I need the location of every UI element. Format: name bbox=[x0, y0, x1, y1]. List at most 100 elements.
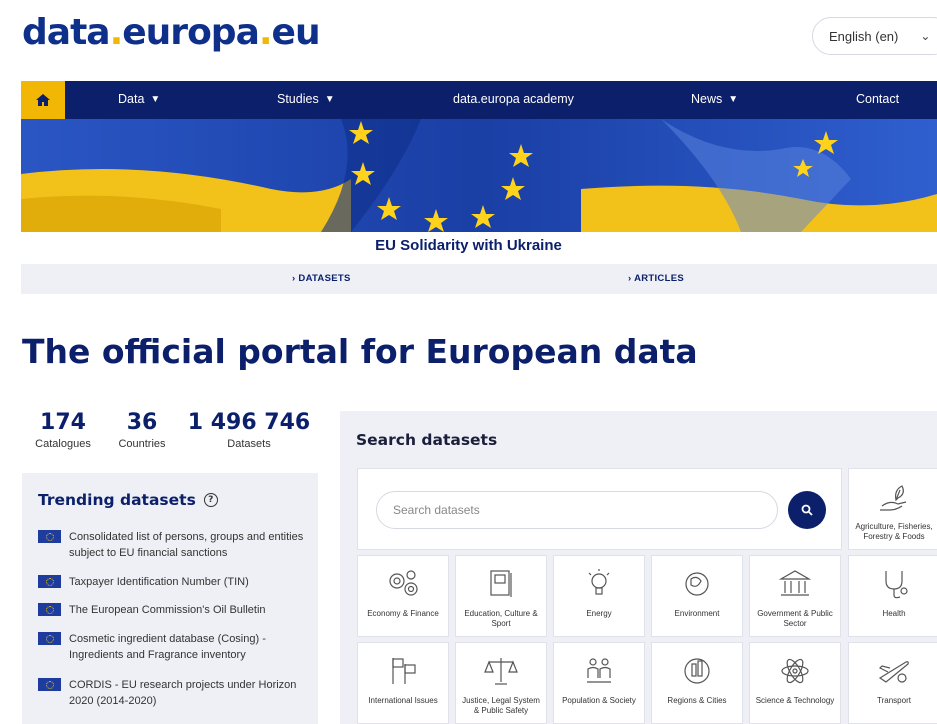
stat-value: 1 496 746 bbox=[187, 410, 311, 435]
nav-item-contact[interactable]: Contact bbox=[856, 92, 899, 106]
language-selector[interactable]: English (en) ⌄ bbox=[812, 17, 937, 55]
eu-flag-icon bbox=[38, 575, 61, 588]
chevron-down-icon: ▼ bbox=[728, 93, 739, 105]
category-label: International Issues bbox=[368, 696, 438, 705]
trending-item[interactable]: The European Commission's Oil Bulletin bbox=[38, 602, 308, 618]
banner-subnav: › DATASETS › ARTICLES bbox=[21, 264, 937, 294]
help-icon[interactable]: ? bbox=[203, 493, 218, 507]
banner-caption[interactable]: EU Solidarity with Ukraine bbox=[0, 237, 937, 254]
scales-icon bbox=[484, 658, 518, 685]
stat-value: 36 bbox=[126, 410, 158, 435]
trending-title: Trending datasets? bbox=[38, 491, 218, 509]
page-title: The official portal for European data bbox=[22, 332, 698, 371]
trending-item[interactable]: Consolidated list of persons, groups and… bbox=[38, 529, 308, 561]
trending-item[interactable]: Taxpayer Identification Number (TIN) bbox=[38, 574, 308, 590]
logo-text-europa: europa bbox=[122, 12, 260, 53]
trending-item[interactable]: CORDIS - EU research projects under Hori… bbox=[38, 677, 308, 709]
plant-hand-icon bbox=[880, 485, 907, 511]
category-label: Regions & Cities bbox=[667, 696, 727, 705]
people-icon bbox=[587, 658, 611, 683]
logo-text-data: data bbox=[22, 12, 111, 53]
category-label: Population & Society bbox=[562, 696, 636, 705]
trending-panel: Trending datasets? Consolidated list of … bbox=[22, 473, 318, 724]
nav-label: Contact bbox=[856, 92, 900, 106]
stat-label: Catalogues bbox=[35, 438, 91, 450]
category-label: Environment bbox=[674, 609, 720, 618]
articles-link[interactable]: › ARTICLES bbox=[628, 273, 684, 284]
chevron-down-icon: ▼ bbox=[324, 93, 335, 105]
category-label: Science & Technology bbox=[755, 696, 835, 705]
category-population[interactable]: Population & Society bbox=[553, 642, 645, 724]
site-logo[interactable]: data.europa.eu bbox=[22, 12, 321, 53]
home-icon bbox=[36, 94, 50, 106]
category-label: Justice, Legal System & Public Safety bbox=[462, 696, 540, 715]
nav-item-academy[interactable]: data.europa academy bbox=[453, 92, 574, 106]
nav-label: Studies bbox=[277, 92, 319, 106]
category-international[interactable]: International Issues bbox=[357, 642, 449, 724]
plane-icon bbox=[878, 661, 909, 683]
home-button[interactable] bbox=[21, 81, 65, 119]
eu-flag-icon bbox=[38, 678, 61, 691]
lightbulb-icon bbox=[588, 569, 610, 595]
trending-item-label: CORDIS - EU research projects under Hori… bbox=[69, 679, 297, 707]
stat-label: Countries bbox=[118, 438, 166, 450]
stat-value: 174 bbox=[40, 410, 86, 435]
chevron-down-icon: ▼ bbox=[150, 93, 161, 105]
stat-datasets[interactable]: 1 496 746 Datasets bbox=[186, 410, 312, 450]
trending-title-text: Trending datasets bbox=[38, 491, 196, 509]
search-panel: Search datasets Search datasets Agricult… bbox=[340, 411, 937, 724]
search-icon bbox=[801, 504, 813, 516]
trending-item[interactable]: Cosmetic ingredient database (Cosing) - … bbox=[38, 631, 308, 663]
search-box: Search datasets bbox=[357, 468, 842, 550]
ukraine-banner[interactable] bbox=[21, 119, 937, 232]
category-regions[interactable]: Regions & Cities bbox=[651, 642, 743, 724]
nav-item-studies[interactable]: Studies ▼ bbox=[277, 92, 335, 106]
stat-catalogues[interactable]: 174 Catalogues bbox=[30, 410, 96, 450]
category-label: Education, Culture & Sport bbox=[464, 609, 538, 628]
category-transport[interactable]: Transport bbox=[848, 642, 937, 724]
book-icon bbox=[490, 570, 512, 597]
globe-leaf-icon bbox=[685, 572, 709, 596]
stat-label: Datasets bbox=[227, 438, 271, 450]
category-education[interactable]: Education, Culture & Sport bbox=[455, 555, 547, 637]
nav-item-data[interactable]: Data ▼ bbox=[118, 92, 160, 106]
category-health[interactable]: Health bbox=[848, 555, 937, 637]
government-building-icon bbox=[778, 570, 812, 596]
category-label: Economy & Finance bbox=[367, 609, 439, 618]
category-justice[interactable]: Justice, Legal System & Public Safety bbox=[455, 642, 547, 724]
search-button[interactable] bbox=[788, 491, 826, 529]
search-input[interactable]: Search datasets bbox=[376, 491, 778, 529]
language-label: English (en) bbox=[829, 28, 899, 44]
category-environment[interactable]: Environment bbox=[651, 555, 743, 637]
category-label: Health bbox=[882, 609, 906, 618]
link-label: DATASETS bbox=[298, 273, 351, 284]
logo-dot: . bbox=[109, 12, 124, 53]
trending-item-label: Cosmetic ingredient database (Cosing) - … bbox=[69, 633, 266, 661]
city-globe-icon bbox=[684, 658, 710, 684]
nav-label: News bbox=[691, 92, 723, 106]
gears-icon bbox=[389, 570, 418, 596]
eu-flag-icon bbox=[38, 530, 61, 543]
flags-image bbox=[21, 119, 937, 232]
search-placeholder: Search datasets bbox=[393, 503, 480, 517]
category-science[interactable]: Science & Technology bbox=[749, 642, 841, 724]
category-label: Transport bbox=[877, 696, 911, 705]
link-label: ARTICLES bbox=[634, 273, 684, 284]
category-government[interactable]: Government & Public Sector bbox=[749, 555, 841, 637]
category-label: Agriculture, Fisheries, Forestry & Foods bbox=[855, 522, 933, 541]
chevron-down-icon: ⌄ bbox=[920, 29, 931, 43]
trending-item-label: Taxpayer Identification Number (TIN) bbox=[69, 576, 249, 588]
category-economy[interactable]: Economy & Finance bbox=[357, 555, 449, 637]
datasets-link[interactable]: › DATASETS bbox=[292, 273, 351, 284]
category-agriculture[interactable]: Agriculture, Fisheries, Forestry & Foods bbox=[848, 468, 937, 550]
category-energy[interactable]: Energy bbox=[553, 555, 645, 637]
category-label: Government & Public Sector bbox=[757, 609, 833, 628]
nav-item-news[interactable]: News ▼ bbox=[691, 92, 738, 106]
stat-countries[interactable]: 36 Countries bbox=[110, 410, 174, 450]
main-nav: Data ▼ Studies ▼ data.europa academy News ▼… bbox=[21, 81, 937, 119]
eu-flag-icon bbox=[38, 632, 61, 645]
category-label: Energy bbox=[586, 609, 612, 618]
trending-item-label: Consolidated list of persons, groups and… bbox=[69, 531, 304, 559]
atom-icon bbox=[781, 658, 809, 684]
trending-item-label: The European Commission's Oil Bulletin bbox=[69, 604, 266, 616]
